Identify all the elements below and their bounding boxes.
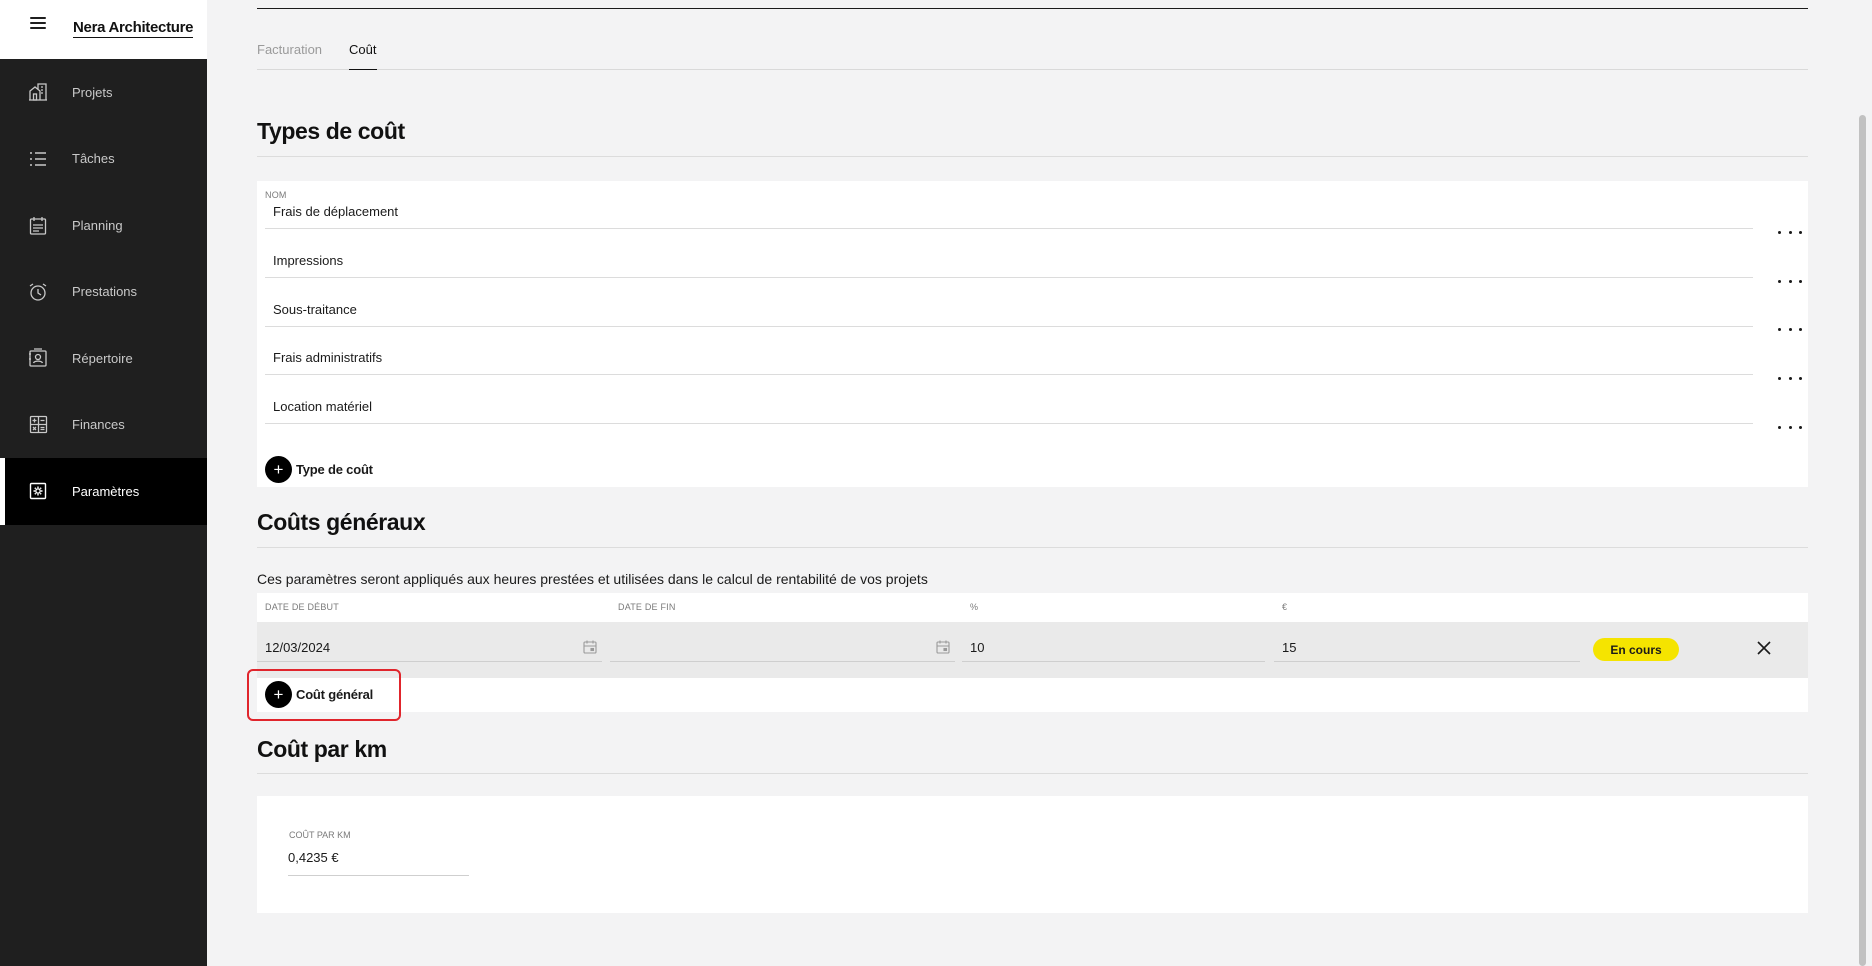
sidebar-item-repertoire[interactable]: Répertoire: [0, 325, 207, 392]
type-name: Frais de déplacement: [273, 204, 399, 219]
sidebar-item-label: Répertoire: [72, 350, 133, 366]
row-menu-icon[interactable]: [1778, 223, 1802, 241]
tab-cout[interactable]: Coût: [349, 40, 377, 70]
column-header-start: Date de début: [265, 602, 339, 612]
add-general-cost-button[interactable]: + Coût général: [265, 681, 373, 708]
field-underline: [610, 661, 955, 662]
end-date-field[interactable]: [610, 622, 955, 678]
table-row[interactable]: Frais de déplacement: [265, 181, 1753, 230]
main-content: Facturation Coût Types de coût Nom Frais…: [257, 0, 1808, 966]
header-divider: [257, 8, 1808, 9]
settings-icon: [27, 480, 49, 502]
sidebar-item-label: Projets: [72, 84, 113, 100]
km-card: Coût par km 0,4235 €: [257, 796, 1808, 913]
close-icon[interactable]: [1755, 639, 1773, 657]
table-row[interactable]: Sous-traitance: [265, 279, 1753, 328]
row-menu-icon[interactable]: [1778, 418, 1802, 436]
table-row: 12/03/2024 10 15 En cours: [257, 622, 1808, 678]
list-icon: [27, 148, 49, 170]
row-divider: [265, 228, 1753, 229]
general-section-title: Coûts généraux: [257, 509, 426, 535]
types-table: Nom Frais de déplacement Impressions Sou…: [257, 181, 1808, 487]
types-section-title: Types de coût: [257, 118, 405, 144]
scrollbar[interactable]: [1859, 115, 1866, 966]
sidebar-item-finances[interactable]: Finances: [0, 392, 207, 459]
type-name: Frais administratifs: [273, 350, 383, 365]
type-name: Location matériel: [273, 399, 372, 414]
plus-icon: +: [265, 456, 292, 483]
general-description: Ces paramètres seront appliqués aux heur…: [257, 571, 928, 587]
calculator-icon: [27, 414, 49, 436]
column-header-euro: €: [1282, 602, 1288, 612]
tab-facturation[interactable]: Facturation: [257, 40, 322, 70]
sidebar-item-prestations[interactable]: Prestations: [0, 259, 207, 326]
section-divider: [257, 156, 1808, 157]
row-divider: [265, 277, 1753, 278]
brand-logo[interactable]: Nera Architecture: [73, 19, 194, 38]
euro-field[interactable]: 15: [1274, 622, 1580, 678]
row-menu-icon[interactable]: [1778, 369, 1802, 387]
column-header-end: Date de fin: [618, 602, 676, 612]
km-section-title: Coût par km: [257, 736, 387, 762]
start-date-value: 12/03/2024: [265, 640, 331, 655]
clock-icon: [27, 281, 49, 303]
km-field-label: Coût par km: [289, 830, 351, 840]
percent-value: 10: [970, 640, 985, 655]
table-row[interactable]: Impressions: [265, 230, 1753, 279]
field-underline: [1274, 661, 1580, 662]
plus-icon: +: [265, 681, 292, 708]
row-menu-icon[interactable]: [1778, 272, 1802, 290]
sidebar-item-taches[interactable]: Tâches: [0, 126, 207, 193]
type-name: Sous-traitance: [273, 302, 357, 317]
column-header-percent: %: [970, 602, 979, 612]
km-field-value[interactable]: 0,4235 €: [288, 850, 339, 865]
field-underline: [257, 661, 602, 662]
row-divider: [265, 423, 1753, 424]
sidebar-item-label: Finances: [72, 417, 125, 433]
status-badge: En cours: [1593, 638, 1679, 661]
contacts-icon: [27, 347, 49, 369]
table-row[interactable]: Location matériel: [265, 376, 1753, 425]
sidebar-item-parametres[interactable]: Paramètres: [0, 458, 207, 525]
menu-icon[interactable]: [30, 16, 46, 29]
add-type-button[interactable]: + Type de coût: [265, 456, 373, 483]
tab-bar: Facturation Coût: [257, 40, 1808, 70]
euro-value: 15: [1282, 640, 1297, 655]
section-divider: [257, 547, 1808, 548]
field-underline: [288, 875, 469, 876]
section-divider: [257, 773, 1808, 774]
sidebar-item-planning[interactable]: Planning: [0, 192, 207, 259]
type-name: Impressions: [273, 253, 344, 268]
start-date-field[interactable]: 12/03/2024: [257, 622, 602, 678]
add-general-cost-label: Coût général: [296, 687, 374, 702]
percent-field[interactable]: 10: [962, 622, 1265, 678]
calendar-icon[interactable]: [935, 639, 951, 655]
sidebar-item-projets[interactable]: Projets: [0, 59, 207, 126]
calendar-icon: [27, 214, 49, 236]
table-row[interactable]: Frais administratifs: [265, 327, 1753, 376]
field-underline: [962, 661, 1265, 662]
row-divider: [265, 374, 1753, 375]
sidebar-item-label: Tâches: [72, 151, 115, 167]
add-type-label: Type de coût: [296, 462, 373, 477]
sidebar-header: Nera Architecture: [0, 0, 207, 59]
sidebar: Nera Architecture Projets Tâches Plannin…: [0, 0, 207, 966]
row-menu-icon[interactable]: [1778, 320, 1802, 338]
sidebar-item-label: Paramètres: [72, 483, 140, 499]
sidebar-item-label: Prestations: [72, 284, 138, 300]
calendar-icon[interactable]: [582, 639, 598, 655]
sidebar-item-label: Planning: [72, 217, 123, 233]
sidebar-nav: Projets Tâches Planning Prestations Répe…: [0, 59, 207, 525]
building-icon: [27, 81, 49, 103]
